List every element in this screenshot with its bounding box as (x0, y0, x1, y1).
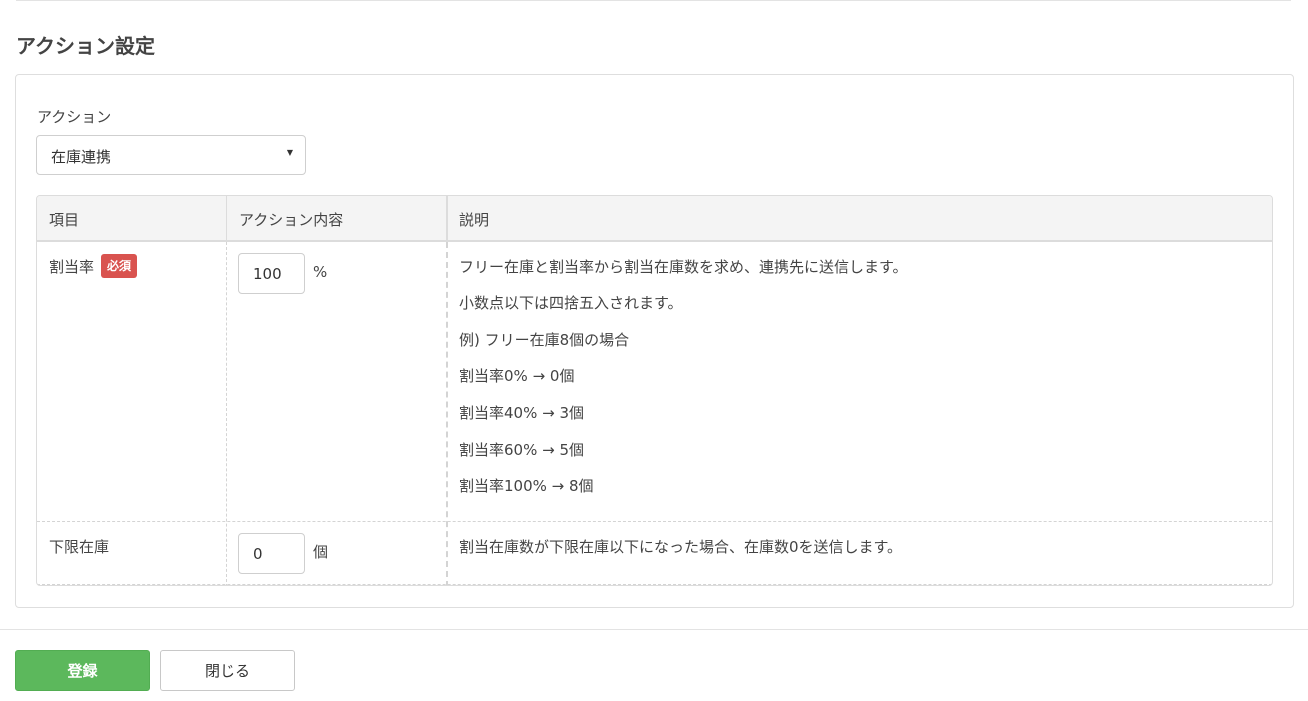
header-separator (446, 196, 448, 242)
section-title: アクション設定 (16, 34, 155, 58)
header-item: 項目 (49, 211, 80, 229)
close-button[interactable]: 閉じる (160, 650, 295, 691)
header-description: 説明 (459, 211, 490, 229)
header-separator (226, 196, 227, 242)
description-line: 割当率0% → 0個 (459, 367, 575, 385)
row-separator (37, 584, 1272, 585)
table-header: 項目 アクション内容 説明 (37, 196, 1272, 242)
row-allocation-rate-label: 割当率 (49, 258, 95, 276)
action-select-value: 在庫連携 (51, 148, 112, 166)
allocation-rate-unit: % (313, 263, 328, 281)
column-separator (446, 242, 448, 585)
header-action-content: アクション内容 (239, 211, 344, 229)
column-separator (226, 242, 227, 585)
lower-stock-unit: 個 (313, 543, 329, 561)
submit-button[interactable]: 登録 (15, 650, 150, 691)
caret-down-icon: ▼ (286, 148, 293, 157)
action-select[interactable]: 在庫連携 ▼ (36, 135, 306, 175)
row-separator (37, 521, 1272, 522)
description-line: 割当率40% → 3個 (459, 404, 584, 422)
description-line: 割当率100% → 8個 (459, 477, 594, 495)
footer-divider (0, 629, 1308, 630)
allocation-rate-input[interactable] (238, 253, 305, 294)
top-divider (16, 0, 1291, 1)
settings-table: 項目 アクション内容 説明 割当率 必須 % フリー在庫と割当率から割当在庫数を… (36, 195, 1273, 586)
description-line: 割当率60% → 5個 (459, 441, 584, 459)
description-line: 例) フリー在庫8個の場合 (459, 331, 630, 349)
description-line: 小数点以下は四捨五入されます。 (459, 294, 683, 312)
description-line: 割当在庫数が下限在庫以下になった場合、在庫数0を送信します。 (459, 538, 903, 556)
action-label: アクション (37, 108, 112, 126)
required-badge: 必須 (101, 254, 138, 278)
lower-stock-input[interactable] (238, 533, 305, 574)
row-lower-stock-label: 下限在庫 (49, 538, 110, 556)
description-line: フリー在庫と割当率から割当在庫数を求め、連携先に送信します。 (459, 258, 908, 276)
